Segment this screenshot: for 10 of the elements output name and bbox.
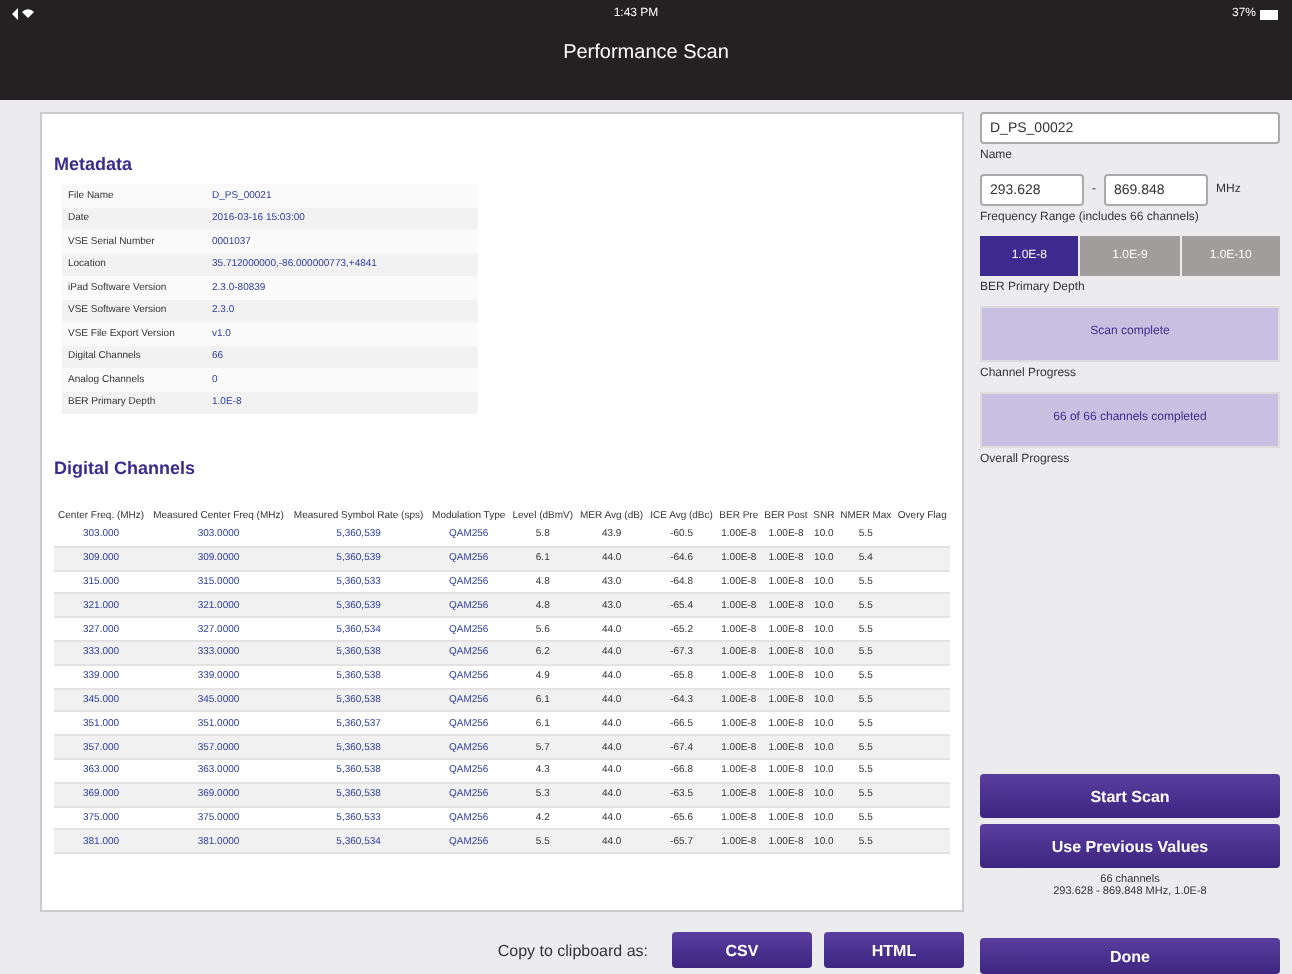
export-button[interactable]: CSV	[672, 932, 812, 968]
section-title: Digital Channels	[54, 458, 198, 478]
battery-icon	[1260, 9, 1280, 19]
scan-button[interactable]: Use Previous Values	[980, 824, 1280, 868]
window-title: Performance Scan	[561, 42, 731, 64]
export-button[interactable]: HTML	[824, 932, 964, 968]
copy-label: Copy to clipboard as:	[497, 941, 648, 959]
scan-button[interactable]: Start Scan	[980, 774, 1280, 818]
done-button[interactable]: Done	[980, 938, 1280, 974]
section-title: Metadata	[54, 154, 135, 174]
